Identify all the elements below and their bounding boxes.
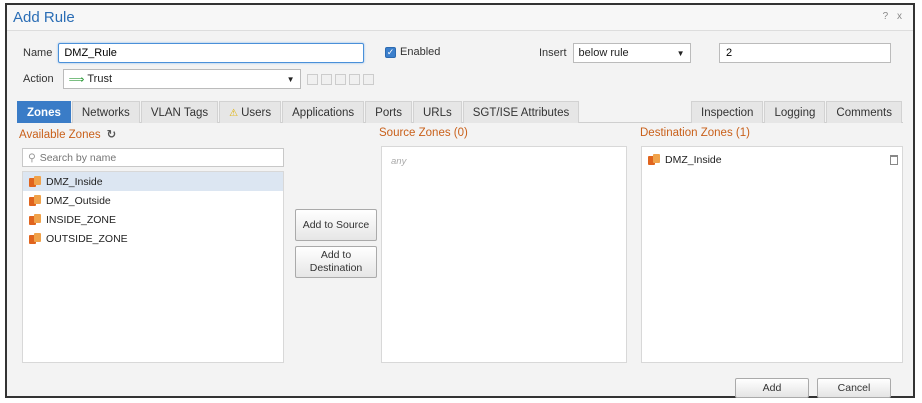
file-icon[interactable]	[320, 73, 332, 85]
action-option-icons	[306, 73, 374, 85]
tab-ports[interactable]: Ports	[365, 101, 412, 123]
search-icon: ⚲	[28, 151, 36, 164]
zone-name: DMZ_Inside	[46, 175, 103, 188]
refresh-icon[interactable]: ↻	[107, 129, 117, 141]
zone-icon	[29, 213, 41, 226]
insert-position-select[interactable]: below rule ▼	[572, 43, 691, 63]
tab-zones[interactable]: Zones	[17, 101, 71, 123]
destination-zones-title: Destination Zones (1)	[640, 127, 750, 139]
title-bar: Add Rule ? x	[7, 5, 913, 31]
name-row: Name	[23, 43, 365, 63]
warning-icon: ⚠	[229, 108, 239, 119]
action-select[interactable]: ⟹ Trust ▼	[62, 69, 301, 89]
shield-icon[interactable]	[306, 73, 318, 85]
window-controls[interactable]: ? x	[883, 11, 905, 22]
available-zones-header: Available Zones ↻	[19, 127, 116, 141]
add-to-destination-button[interactable]: Add to Destination	[295, 246, 377, 278]
name-input[interactable]	[58, 43, 365, 63]
zone-name: OUTSIDE_ZONE	[46, 232, 128, 245]
cancel-button[interactable]: Cancel	[817, 378, 891, 398]
insert-label: Insert	[539, 47, 567, 59]
rule-tabs: Zones Networks VLAN Tags ⚠ Users Applicat…	[17, 101, 903, 123]
available-zones-title: Available Zones	[19, 129, 101, 141]
list-item[interactable]: OUTSIDE_ZONE	[23, 229, 283, 248]
tab-applications[interactable]: Applications	[282, 101, 365, 123]
tab-users-label: Users	[241, 107, 272, 119]
zone-icon	[648, 153, 660, 166]
action-label: Action	[23, 73, 54, 85]
add-button[interactable]: Add	[735, 378, 809, 398]
add-rule-dialog: Add Rule ? x Name ✓ Enabled Insert below…	[5, 3, 915, 398]
zone-icon	[29, 232, 41, 245]
tab-logging[interactable]: Logging	[764, 101, 826, 123]
list-item[interactable]: DMZ_Inside	[23, 172, 283, 191]
add-to-source-button[interactable]: Add to Source	[295, 209, 377, 241]
trust-arrow-icon: ⟹	[68, 73, 85, 86]
lock-icon[interactable]	[334, 73, 346, 85]
zone-search[interactable]: ⚲	[22, 148, 284, 167]
tab-urls[interactable]: URLs	[413, 101, 462, 123]
tab-spacer	[580, 101, 691, 122]
source-zones-title: Source Zones (0)	[379, 127, 468, 139]
doc-icon[interactable]	[348, 73, 360, 85]
list-item[interactable]: DMZ_Inside	[642, 150, 902, 169]
tab-networks[interactable]: Networks	[71, 101, 140, 123]
tab-inspection[interactable]: Inspection	[691, 101, 764, 123]
list-item[interactable]: INSIDE_ZONE	[23, 210, 283, 229]
note-icon[interactable]	[362, 73, 374, 85]
insert-row: Insert below rule ▼	[539, 43, 691, 63]
action-selected: ⟹ Trust	[69, 73, 112, 86]
tab-vlan-tags[interactable]: VLAN Tags	[140, 101, 219, 123]
zone-icon	[29, 175, 41, 188]
action-value: Trust	[87, 73, 113, 85]
zone-name: INSIDE_ZONE	[46, 213, 117, 226]
zone-search-input[interactable]	[39, 151, 283, 164]
chevron-down-icon: ▼	[676, 48, 685, 58]
insert-position-value: below rule	[578, 47, 629, 59]
zone-name: DMZ_Inside	[665, 153, 722, 166]
insert-rule-number-input[interactable]	[719, 43, 891, 63]
name-label: Name	[23, 47, 53, 59]
dialog-title: Add Rule	[13, 9, 75, 26]
tab-sgt-ise-attributes[interactable]: SGT/ISE Attributes	[462, 101, 580, 123]
zone-name: DMZ_Outside	[46, 194, 111, 207]
enabled-label: Enabled	[400, 46, 441, 58]
enabled-checkbox[interactable]: ✓	[385, 46, 396, 58]
list-item[interactable]: DMZ_Outside	[23, 191, 283, 210]
action-row: Action ⟹ Trust ▼	[23, 69, 374, 89]
enabled-row: ✓ Enabled	[385, 46, 440, 58]
tab-comments[interactable]: Comments	[826, 101, 902, 123]
source-zones-empty-text: any	[391, 156, 407, 167]
available-zones-list: DMZ_Inside DMZ_Outside INSIDE_ZONE OUTSI…	[22, 171, 284, 363]
tab-users[interactable]: ⚠ Users	[219, 101, 282, 123]
trash-icon[interactable]	[890, 154, 898, 165]
source-zones-list	[381, 146, 627, 363]
destination-zones-list: DMZ_Inside	[641, 146, 903, 363]
zone-icon	[29, 194, 41, 207]
chevron-down-icon: ▼	[286, 74, 295, 84]
